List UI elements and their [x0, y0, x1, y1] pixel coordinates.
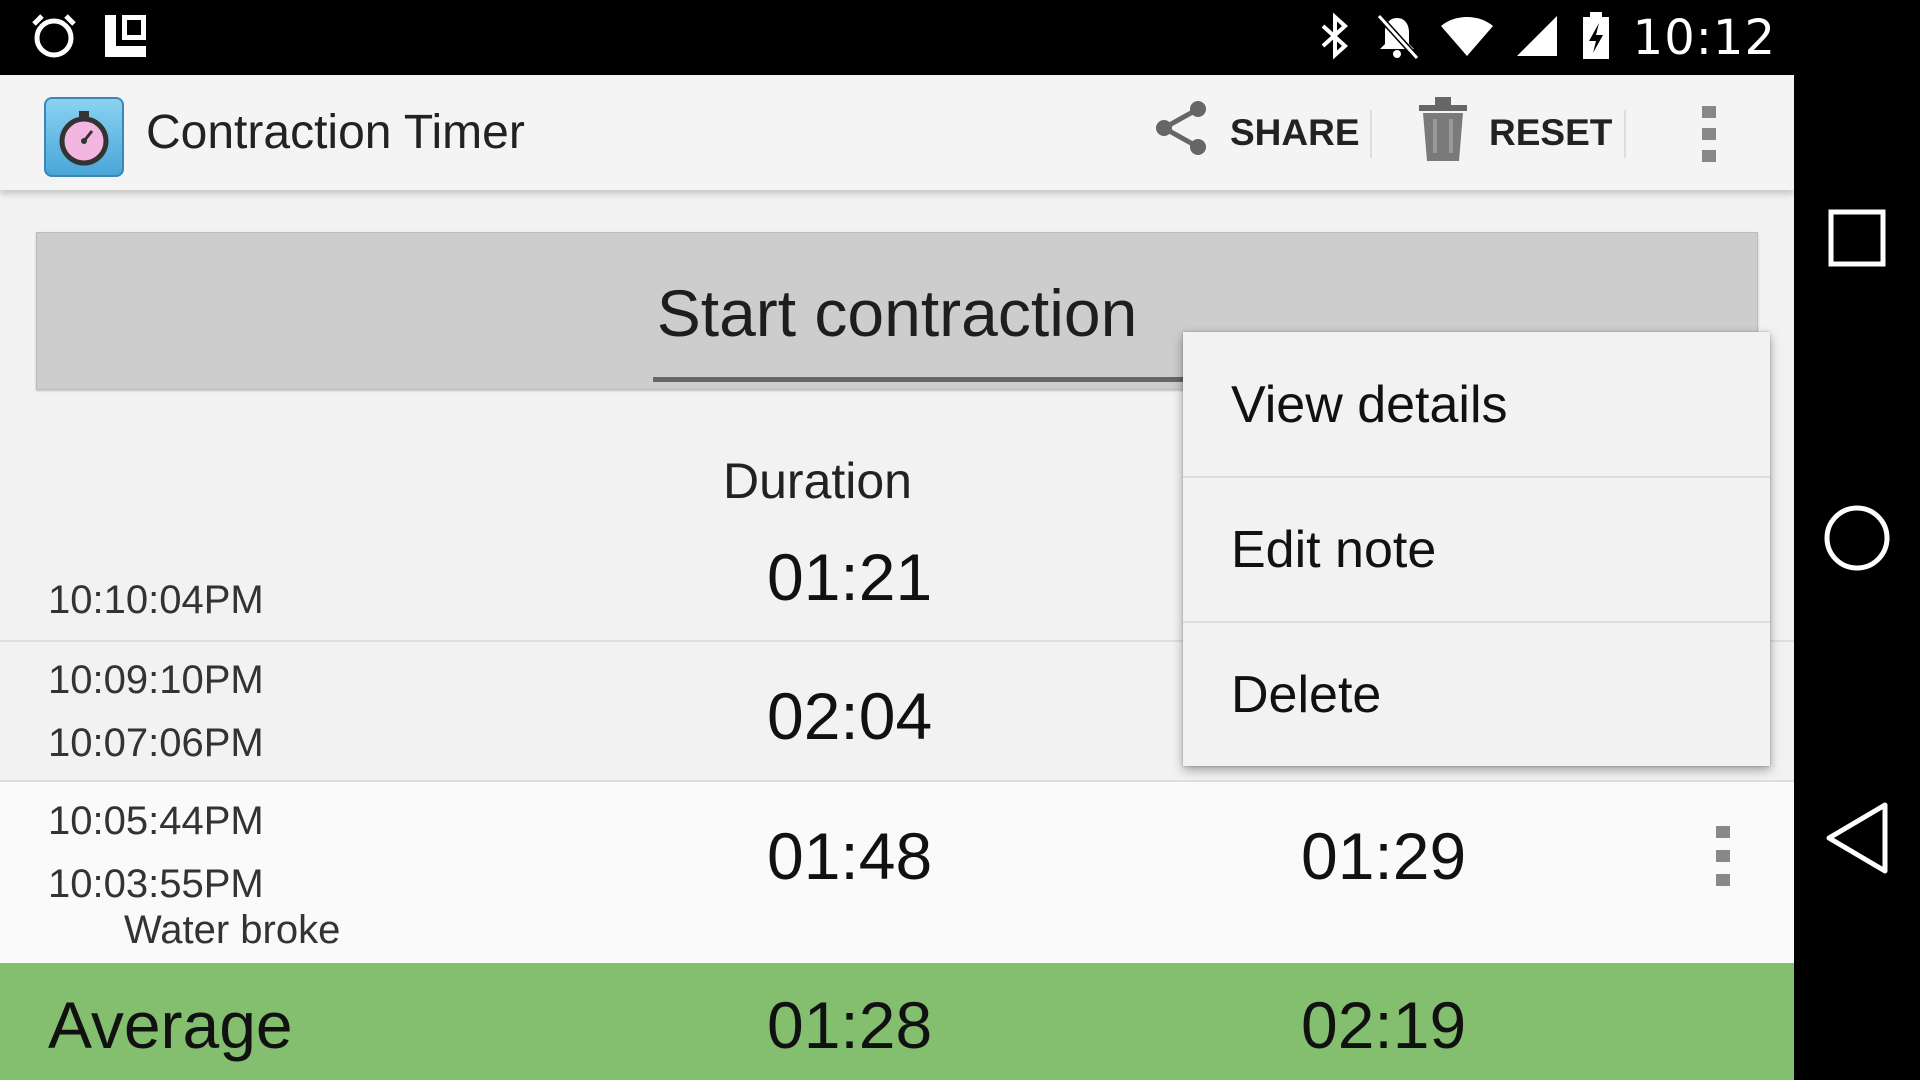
share-icon: [1150, 97, 1212, 168]
app-title: Contraction Timer: [146, 106, 525, 159]
list-item[interactable]: 10:05:44PM 10:03:55PM 01:48 01:29 Water …: [0, 782, 1794, 963]
recents-button[interactable]: [1794, 180, 1920, 300]
row-frequency: 01:29: [1301, 819, 1467, 893]
cell-signal-icon: [1515, 14, 1559, 62]
action-divider: [1370, 110, 1372, 158]
home-button[interactable]: [1794, 480, 1920, 600]
back-triangle-icon: [1823, 800, 1891, 880]
status-time: 10:12: [1632, 10, 1776, 66]
action-bar: Contraction Timer SHARE RESET: [0, 75, 1794, 190]
menu-item-delete[interactable]: Delete: [1183, 622, 1770, 767]
average-label: Average: [48, 988, 293, 1062]
reset-button[interactable]: RESET: [1415, 75, 1612, 190]
navigation-bar: [1794, 0, 1920, 1080]
reset-label: RESET: [1489, 111, 1613, 153]
column-header-duration: Duration: [723, 453, 912, 509]
row-end-time: 10:07:06PM: [48, 721, 264, 765]
row-duration: 01:21: [767, 540, 933, 614]
alarm-icon: [28, 12, 80, 64]
wifi-icon: [1440, 14, 1493, 62]
row-duration: 01:48: [767, 819, 933, 893]
home-circle-icon: [1823, 504, 1891, 576]
status-bar: 10:12: [0, 0, 1794, 75]
item-more-vert-icon[interactable]: [1712, 824, 1734, 888]
average-frequency: 02:19: [1301, 988, 1467, 1062]
action-divider: [1624, 110, 1626, 158]
row-start-time: 10:05:44PM: [48, 799, 264, 843]
battery-charging-icon: [1581, 11, 1611, 65]
context-popup-menu: View details Edit note Delete: [1183, 332, 1770, 766]
button-underline: [653, 377, 1213, 382]
share-button[interactable]: SHARE: [1150, 75, 1360, 190]
row-start-time: 10:09:10PM: [48, 658, 264, 702]
overflow-menu-button[interactable]: [1690, 102, 1730, 166]
app-screen: 10:12 Contraction Timer SHARE RESET Star…: [0, 0, 1794, 1080]
bluetooth-icon: [1317, 12, 1353, 64]
trash-icon: [1415, 91, 1471, 174]
row-note: Water broke: [124, 908, 341, 952]
row-end-time: 10:03:55PM: [48, 862, 264, 906]
back-button[interactable]: [1794, 780, 1920, 900]
menu-item-view-details[interactable]: View details: [1183, 332, 1770, 477]
row-duration: 02:04: [767, 679, 933, 753]
menu-item-edit-note[interactable]: Edit note: [1183, 477, 1770, 622]
launcher-icon: [102, 12, 150, 64]
average-bar: Average 01:28 02:19: [0, 963, 1794, 1080]
recents-square-icon: [1827, 208, 1887, 272]
average-duration: 01:28: [767, 988, 933, 1062]
notifications-off-icon: [1375, 12, 1419, 64]
share-label: SHARE: [1230, 111, 1360, 153]
app-logo-icon: [44, 97, 124, 177]
more-vert-icon: [1690, 106, 1730, 170]
row-end-time: 10:10:04PM: [48, 578, 264, 622]
